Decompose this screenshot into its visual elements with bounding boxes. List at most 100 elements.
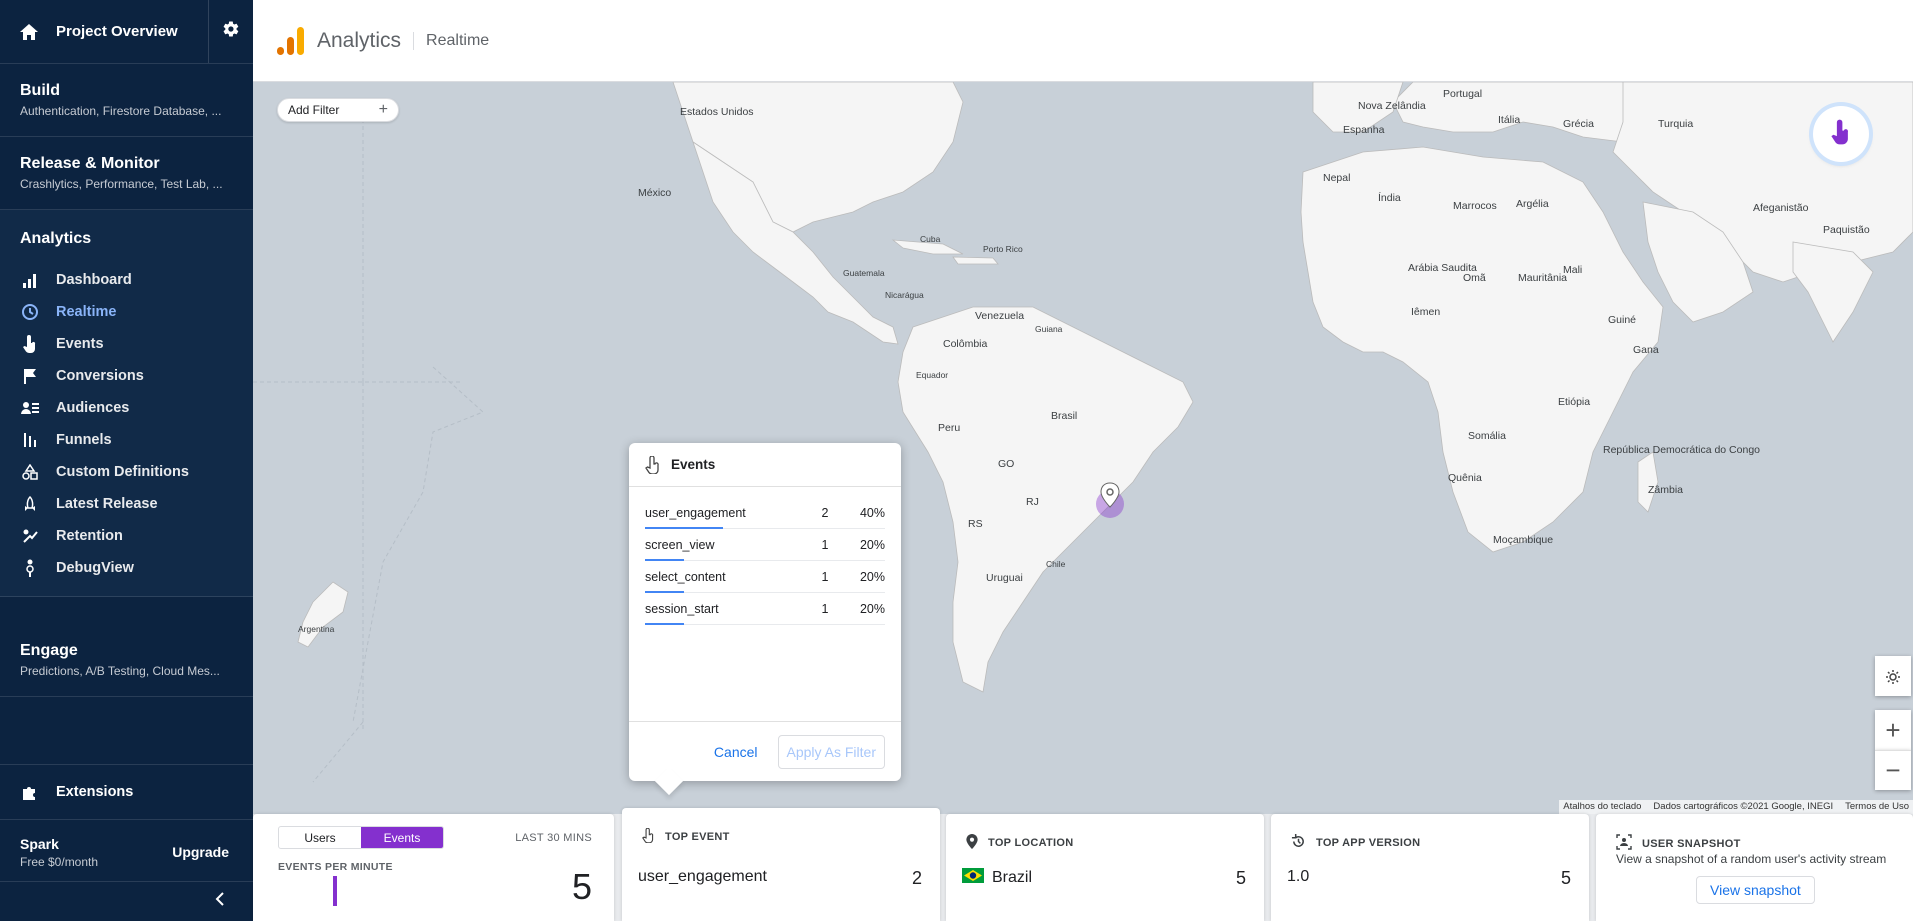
engage-subtitle: Predictions, A/B Testing, Cloud Mes... bbox=[20, 664, 220, 678]
add-filter-button[interactable]: Add Filter + bbox=[277, 98, 399, 122]
map-label: Marrocos bbox=[1453, 200, 1497, 212]
sidebar-item-retention[interactable]: Retention bbox=[0, 520, 253, 552]
event-row[interactable]: screen_view 1 20% bbox=[645, 529, 885, 561]
top-app-version-title: TOP APP VERSION bbox=[1291, 834, 1420, 852]
top-app-version-card[interactable]: TOP APP VERSION 1.0 5 bbox=[1271, 814, 1589, 921]
event-percent: 40% bbox=[859, 505, 885, 520]
map-label: RJ bbox=[1026, 496, 1039, 508]
event-row[interactable]: session_start 1 20% bbox=[645, 593, 885, 625]
home-icon bbox=[20, 23, 42, 40]
upgrade-button[interactable]: Upgrade bbox=[172, 844, 229, 860]
analytics-title: Analytics bbox=[20, 230, 92, 247]
view-snapshot-button[interactable]: View snapshot bbox=[1696, 876, 1815, 904]
sidebar-item-debugview[interactable]: DebugView bbox=[0, 552, 253, 584]
map-label: Paquistão bbox=[1823, 224, 1870, 236]
map-label: Brasil bbox=[1051, 410, 1078, 422]
map-label: Estados Unidos bbox=[680, 106, 754, 118]
header-divider bbox=[413, 31, 415, 50]
event-percent: 20% bbox=[859, 537, 885, 552]
events-per-minute-bar bbox=[333, 876, 337, 906]
sidebar-item-custom-definitions[interactable]: Custom Definitions bbox=[0, 456, 253, 488]
sidebar-item-label: Retention bbox=[56, 528, 123, 544]
map-label: RS bbox=[968, 518, 983, 530]
sidebar-item-audiences[interactable]: Audiences bbox=[0, 392, 253, 424]
release-monitor-section[interactable]: Release & Monitor Crashlytics, Performan… bbox=[0, 137, 253, 210]
map-label: Nova Zelândia bbox=[1358, 100, 1426, 112]
top-app-version-title-text: TOP APP VERSION bbox=[1316, 837, 1421, 849]
map-style-button[interactable] bbox=[1875, 656, 1911, 696]
touch-icon bbox=[645, 455, 661, 474]
plus-icon: + bbox=[1885, 714, 1901, 745]
map-label: Uruguai bbox=[986, 572, 1023, 584]
map-label: Itália bbox=[1498, 114, 1521, 126]
event-count: 1 bbox=[821, 569, 829, 584]
users-events-toggle[interactable]: Users Events bbox=[278, 826, 444, 849]
sidebar-item-label: Funnels bbox=[56, 432, 112, 448]
retention-icon bbox=[20, 526, 40, 546]
cancel-button[interactable]: Cancel bbox=[714, 744, 758, 760]
sidebar-item-extensions[interactable]: Extensions bbox=[0, 764, 253, 820]
map-label: Guiné bbox=[1608, 314, 1637, 326]
location-marker-icon[interactable] bbox=[1096, 482, 1124, 518]
event-count: 2 bbox=[821, 505, 829, 520]
sidebar-item-realtime[interactable]: Realtime bbox=[0, 296, 253, 328]
map-label: Argentina bbox=[298, 624, 335, 634]
zoom-in-button[interactable]: + bbox=[1875, 710, 1911, 750]
plan-section: Spark Free $0/month Upgrade bbox=[0, 822, 253, 882]
engage-title: Engage bbox=[20, 642, 78, 659]
map-label: Quênia bbox=[1448, 472, 1482, 484]
top-location-card[interactable]: TOP LOCATION Brazil 5 bbox=[946, 814, 1264, 921]
map-label: Etiópia bbox=[1558, 396, 1591, 408]
events-toggle-option[interactable]: Events bbox=[361, 827, 443, 848]
extensions-label: Extensions bbox=[56, 784, 134, 800]
top-app-version-count: 5 bbox=[1560, 868, 1571, 888]
user-snapshot-title: USER SNAPSHOT bbox=[1616, 834, 1741, 853]
release-monitor-subtitle: Crashlytics, Performance, Test Lab, ... bbox=[20, 177, 223, 191]
map-label: Portugal bbox=[1443, 88, 1483, 100]
sidebar-item-label: Audiences bbox=[56, 400, 130, 416]
map-label: Porto Rico bbox=[983, 244, 1023, 254]
map-label: Moçambique bbox=[1493, 534, 1554, 546]
sidebar-item-funnels[interactable]: Funnels bbox=[0, 424, 253, 456]
analytics-logo-icon bbox=[277, 26, 305, 55]
add-filter-label: Add Filter bbox=[288, 103, 340, 117]
sidebar-item-dashboard[interactable]: Dashboard bbox=[0, 264, 253, 296]
apply-as-filter-button[interactable]: Apply As Filter bbox=[777, 734, 885, 769]
event-row[interactable]: user_engagement 2 40% bbox=[645, 497, 885, 529]
user-snapshot-card: USER SNAPSHOT View a snapshot of a rando… bbox=[1596, 814, 1913, 921]
event-row[interactable]: select_content 1 20% bbox=[645, 561, 885, 593]
sidebar: Project Overview Build Authentication, F… bbox=[0, 0, 253, 921]
top-event-title-text: TOP EVENT bbox=[665, 831, 730, 843]
zoom-out-button[interactable]: − bbox=[1875, 750, 1911, 790]
keyboard-shortcuts-link[interactable]: Atalhos do teclado bbox=[1563, 801, 1641, 813]
sidebar-item-conversions[interactable]: Conversions bbox=[0, 360, 253, 392]
build-section[interactable]: Build Authentication, Firestore Database… bbox=[0, 64, 253, 137]
sidebar-item-events[interactable]: Events bbox=[0, 328, 253, 360]
events-popup-header: Events bbox=[629, 443, 901, 487]
settings-button[interactable] bbox=[208, 0, 253, 63]
map-label: Somália bbox=[1468, 430, 1506, 442]
sidebar-item-latest-release[interactable]: Latest Release bbox=[0, 488, 253, 520]
map-label: Mauritânia bbox=[1518, 272, 1568, 284]
event-percent: 20% bbox=[859, 569, 885, 584]
map-label: Grécia bbox=[1563, 118, 1594, 130]
clock-icon bbox=[20, 302, 40, 322]
terms-link[interactable]: Termos de Uso bbox=[1845, 801, 1909, 813]
rocket-icon bbox=[20, 494, 40, 514]
top-location-name: Brazil bbox=[992, 869, 1033, 886]
realtime-map[interactable]: Estados Unidos México Cuba Porto Rico Gu… bbox=[253, 82, 1913, 814]
project-overview-link[interactable]: Project Overview bbox=[0, 0, 208, 63]
engage-section[interactable]: Engage Predictions, A/B Testing, Cloud M… bbox=[0, 624, 253, 697]
user-snapshot-title-text: USER SNAPSHOT bbox=[1642, 837, 1741, 850]
users-toggle-option[interactable]: Users bbox=[279, 827, 361, 848]
puzzle-icon bbox=[20, 783, 40, 801]
collapse-sidebar-button[interactable] bbox=[0, 881, 253, 921]
bar-chart-icon bbox=[20, 270, 40, 290]
history-icon bbox=[1291, 834, 1306, 852]
event-stream-bubble[interactable] bbox=[1813, 106, 1869, 162]
top-event-card[interactable]: TOP EVENT user_engagement 2 bbox=[622, 808, 940, 921]
events-per-minute-label: EVENTS PER MINUTE bbox=[278, 861, 393, 873]
app-title: Analytics bbox=[317, 28, 402, 52]
map-label: Peru bbox=[938, 422, 961, 434]
